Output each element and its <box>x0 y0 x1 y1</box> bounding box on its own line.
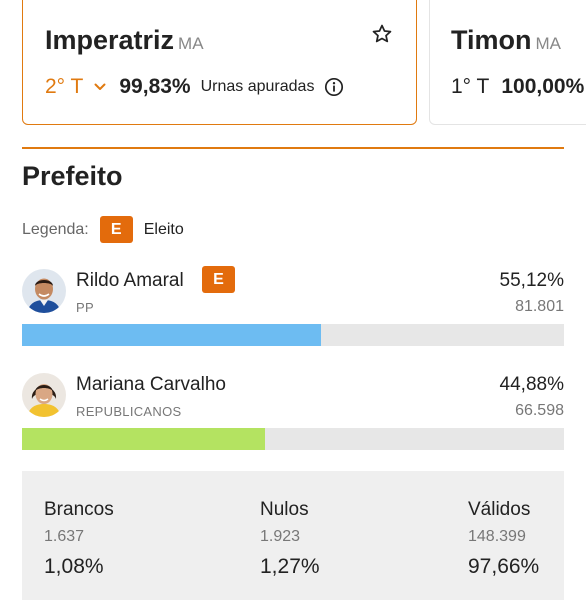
info-icon[interactable] <box>324 77 344 97</box>
city-state: MA <box>178 34 204 53</box>
counted-percent: 99,83% <box>119 75 191 98</box>
summary-percent: 1,27% <box>260 555 320 578</box>
elected-badge: E <box>202 266 235 293</box>
avatar <box>22 269 66 313</box>
summary-count: 148.399 <box>468 528 526 545</box>
city-name: Timon <box>451 25 532 55</box>
summary-percent: 97,66% <box>468 555 540 578</box>
vote-bar <box>22 428 564 450</box>
legend-label: Legenda: <box>22 220 89 238</box>
vote-summary-panel: Brancos 1.637 1,08% Nulos 1.923 1,27% Vá… <box>22 471 564 600</box>
candidate-party: PP <box>76 300 94 315</box>
counted-percent: 100,00% <box>501 75 585 98</box>
summary-validos: Válidos 148.399 97,66% <box>468 499 539 579</box>
city-card-imperatriz[interactable]: Imperatriz MA 2° T 99,83% Urnas apuradas <box>22 0 417 125</box>
city-name: Imperatriz <box>45 25 175 55</box>
summary-label: Nulos <box>260 499 309 520</box>
candidate-votes: 81.801 <box>515 298 564 315</box>
summary-brancos: Brancos 1.637 1,08% <box>44 499 114 579</box>
candidate-percent: 44,88% <box>499 374 564 395</box>
city-cards-carousel: Imperatriz MA 2° T 99,83% Urnas apuradas … <box>0 0 586 128</box>
star-outline-icon[interactable] <box>371 23 393 45</box>
avatar <box>22 373 66 417</box>
summary-count: 1.637 <box>44 528 85 545</box>
section-title: Prefeito <box>22 161 123 191</box>
summary-percent: 1,08% <box>44 555 104 578</box>
candidate-name: Rildo Amaral <box>76 270 184 291</box>
candidate-votes: 66.598 <box>515 402 564 419</box>
candidate-name: Mariana Carvalho <box>76 374 226 395</box>
vote-bar <box>22 324 564 346</box>
candidate-percent: 55,12% <box>499 270 564 291</box>
city-card-timon[interactable]: Timon MA 1° T 100,00% <box>429 0 586 125</box>
round-status-row: 1° T 100,00% <box>451 75 584 99</box>
round-status-row: 2° T 99,83% Urnas apuradas <box>45 75 344 99</box>
counted-status: Urnas apuradas <box>200 78 315 95</box>
summary-nulos: Nulos 1.923 1,27% <box>260 499 320 579</box>
city-title: Imperatriz MA <box>45 25 204 56</box>
candidate-row: Mariana Carvalho REPUBLICANOS 44,88% 66.… <box>22 370 564 452</box>
vote-bar-fill <box>22 324 321 346</box>
chevron-down-icon[interactable] <box>93 80 107 94</box>
round-label: 1° T <box>451 75 490 98</box>
elected-badge: E <box>99 216 133 243</box>
legend-text: Eleito <box>143 220 184 238</box>
round-selector[interactable]: 2° T <box>45 75 83 99</box>
section-divider <box>22 147 564 149</box>
legend: Legenda: E Eleito <box>22 216 184 243</box>
summary-label: Válidos <box>468 499 531 520</box>
summary-count: 1.923 <box>260 528 301 545</box>
vote-bar-fill <box>22 428 266 450</box>
city-state: MA <box>535 34 562 53</box>
candidate-party: REPUBLICANOS <box>76 404 182 419</box>
summary-label: Brancos <box>44 499 114 520</box>
candidate-row: Rildo Amaral E PP 55,12% 81.801 <box>22 266 564 348</box>
city-title: Timon MA <box>451 25 561 56</box>
